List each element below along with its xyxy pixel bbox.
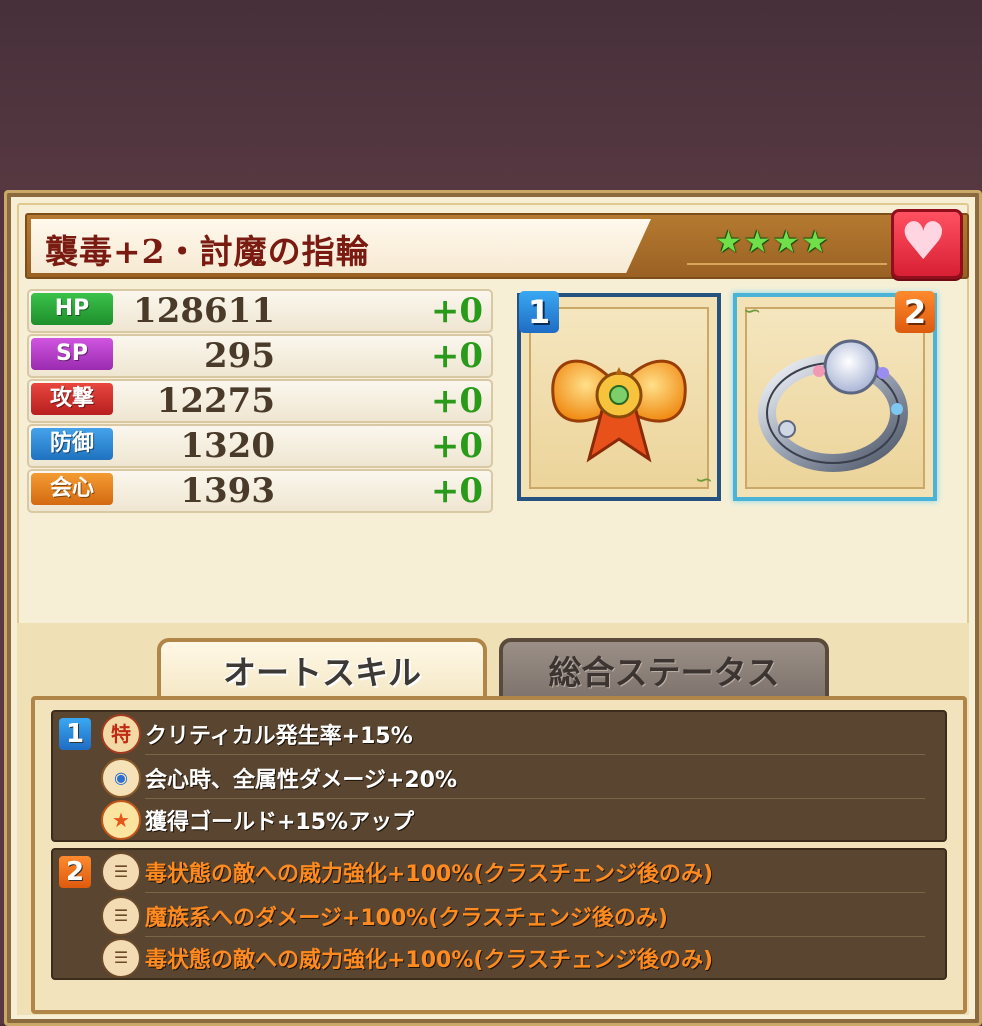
stat-row-hp: HP 128611 +0 — [27, 289, 493, 333]
stat-bonus-attack: +0 — [430, 381, 483, 421]
stat-label-critical: 会心 — [31, 473, 113, 505]
equipment-panel: 襲毒+2・討魔の指輪 ★★★★ ♥ HP 128611 +0 SP 295 +0… — [4, 190, 982, 1026]
star-icon: ★ — [101, 800, 141, 840]
title-bar: 襲毒+2・討魔の指輪 ★★★★ ♥ — [25, 209, 969, 279]
slot-number-1: 1 — [519, 291, 559, 333]
skill-line: 獲得ゴールド+15%アップ — [145, 810, 415, 835]
rarity-stars: ★★★★ — [715, 225, 831, 260]
favorite-button[interactable]: ♥ — [891, 209, 963, 279]
stat-value-critical: 1393 — [180, 471, 275, 511]
vine-decoration: ∽ — [743, 299, 762, 324]
skill-group-2: 2 ☰ 毒状態の敵への威力強化+100%(クラスチェンジ後のみ) ☰ 魔族系への… — [51, 848, 947, 980]
attribute-icon: ◉ — [101, 758, 141, 798]
divider — [145, 754, 925, 755]
stat-bonus-sp: +0 — [430, 336, 483, 376]
stat-label-attack: 攻撃 — [31, 383, 113, 415]
tribe-icon: ☰ — [101, 852, 141, 892]
slot-frame — [529, 307, 709, 489]
stat-value-attack: 12275 — [156, 381, 275, 421]
tribe-icon: ☰ — [101, 938, 141, 978]
background-top — [0, 0, 982, 190]
title-plate: 襲毒+2・討魔の指輪 — [31, 219, 651, 273]
tribe-icon: ☰ — [101, 896, 141, 936]
skill-line: 魔族系へのダメージ+100%(クラスチェンジ後のみ) — [145, 906, 668, 931]
stat-value-defense: 1320 — [180, 426, 275, 466]
skill-line: クリティカル発生率+15% — [145, 724, 413, 749]
stat-bonus-defense: +0 — [430, 426, 483, 466]
divider — [145, 892, 925, 893]
divider — [145, 936, 925, 937]
skill-group-1: 1 特 クリティカル発生率+15% ◉ 会心時、全属性ダメージ+20% ★ 獲得… — [51, 710, 947, 842]
ribbon-icon — [551, 359, 687, 463]
skill-group-number-1: 1 — [59, 718, 91, 750]
stat-row-attack: 攻撃 12275 +0 — [27, 379, 493, 423]
vine-decoration: ∽ — [694, 468, 713, 493]
special-icon: 特 — [101, 714, 141, 754]
divider — [145, 798, 925, 799]
skill-line: 会心時、全属性ダメージ+20% — [145, 768, 457, 793]
stat-row-critical: 会心 1393 +0 — [27, 469, 493, 513]
tab-total-status[interactable]: 総合ステータス — [499, 638, 829, 700]
equipment-name: 襲毒+2・討魔の指輪 — [45, 232, 370, 271]
slot-number-2: 2 — [895, 291, 935, 333]
heart-icon: ♥ — [900, 212, 947, 272]
stat-value-sp: 295 — [204, 336, 275, 376]
stat-row-defense: 防御 1320 +0 — [27, 424, 493, 468]
stat-bonus-hp: +0 — [430, 291, 483, 331]
stat-label-defense: 防御 — [31, 428, 113, 460]
stat-row-sp: SP 295 +0 — [27, 334, 493, 378]
stat-value-hp: 128611 — [133, 291, 275, 331]
stars-underline — [687, 263, 887, 265]
stat-label-hp: HP — [31, 293, 113, 325]
skill-line: 毒状態の敵への威力強化+100%(クラスチェンジ後のみ) — [145, 862, 714, 887]
item-slot-1[interactable]: 1 ∽ — [517, 291, 721, 501]
item-slot-2[interactable]: 2 ∽ — [733, 291, 937, 501]
ring-icon — [758, 339, 908, 472]
skill-group-number-2: 2 — [59, 856, 91, 888]
skill-list-frame: 1 特 クリティカル発生率+15% ◉ 会心時、全属性ダメージ+20% ★ 獲得… — [31, 696, 967, 1014]
skill-line: 毒状態の敵への威力強化+100%(クラスチェンジ後のみ) — [145, 948, 714, 973]
tab-auto-skill[interactable]: オートスキル — [157, 638, 487, 700]
stat-bonus-critical: +0 — [430, 471, 483, 511]
slot-frame — [745, 307, 925, 489]
stat-label-sp: SP — [31, 338, 113, 370]
